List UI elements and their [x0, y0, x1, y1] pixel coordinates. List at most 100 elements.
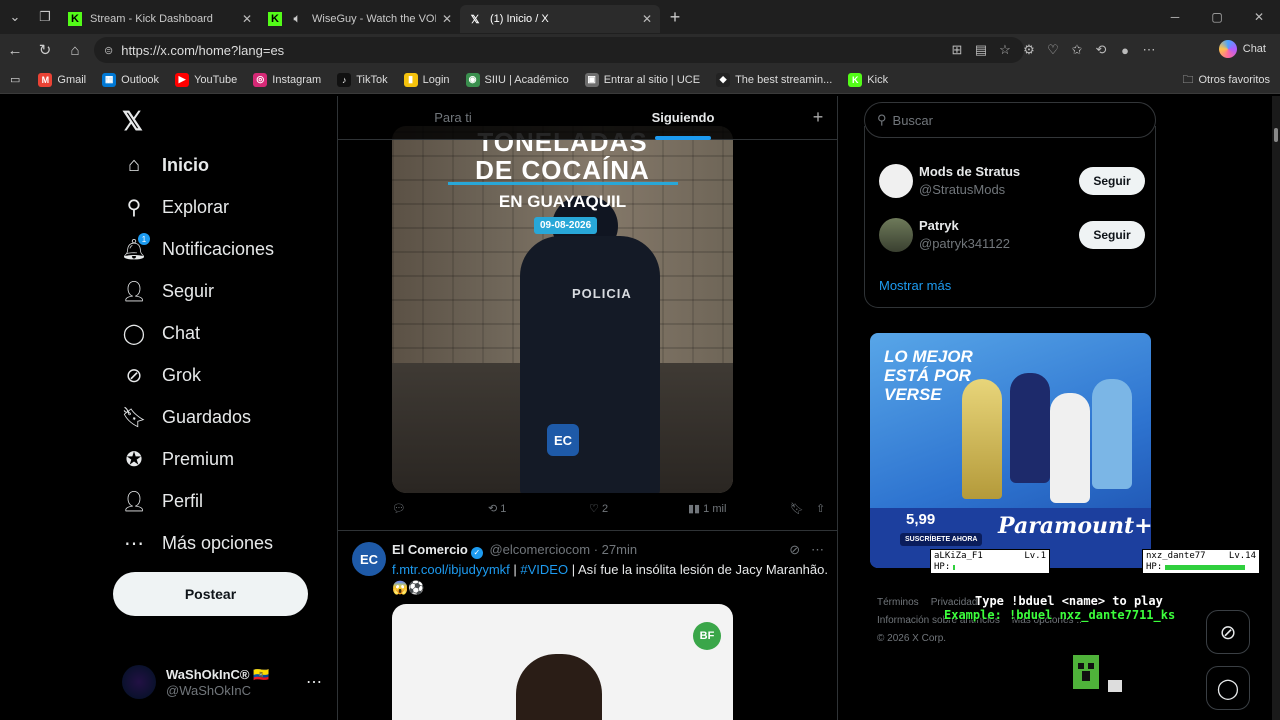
nav-label: Explorar	[162, 196, 230, 217]
bookmark-item[interactable]: ▮ Login	[403, 72, 450, 87]
bookmark-item[interactable]: ▣ Entrar al sitio | UCE	[584, 72, 700, 87]
copilot-chat-button[interactable]: Chat	[1218, 40, 1266, 58]
site-info-icon[interactable]: ⊜	[104, 44, 113, 57]
back-icon[interactable]: ←	[0, 42, 30, 59]
ad-brand: Paramount+	[998, 513, 1151, 539]
grok-fab[interactable]: ⊘	[1206, 610, 1250, 654]
reading-list-icon[interactable]: ▭	[10, 73, 20, 86]
other-bookmarks-label: Otros favoritos	[1198, 74, 1270, 86]
reader-icon[interactable]: ▤	[969, 42, 993, 58]
tweet-link[interactable]: f.mtr.cool/ibjudyymkf	[392, 562, 510, 577]
author-name[interactable]: El Comercio	[392, 542, 468, 557]
close-icon[interactable]: ✕	[642, 12, 652, 26]
add-tab-icon[interactable]: +	[798, 107, 837, 128]
home-button-icon[interactable]: ⌂	[60, 42, 90, 59]
tweet-media-image[interactable]: BF	[392, 604, 733, 720]
more-icon[interactable]: ⋯	[306, 672, 322, 692]
reply-icon[interactable]: 💬︎	[392, 502, 406, 515]
extensions-icon[interactable]: ⚙	[1017, 42, 1041, 58]
nav-item-seguir[interactable]: 👤︎ Seguir	[121, 276, 214, 306]
bookmark-icon[interactable]: 🔖︎	[790, 502, 804, 515]
grok-icon[interactable]: ⊘	[789, 542, 800, 557]
avatar[interactable]: EC	[352, 542, 386, 576]
apps-icon[interactable]: ⊞	[945, 42, 969, 58]
bookmark-item[interactable]: K Kick	[848, 72, 888, 87]
address-toolbar: ← ↻ ⌂ ⊜ https://x.com/home?lang=es ⊞ ▤ ☆…	[0, 34, 1280, 66]
retweet-icon: ⟲	[488, 503, 498, 515]
follow-suggestion[interactable]: Mods de Stratus @StratusMods Seguir	[879, 162, 1145, 202]
like-count: 2	[601, 503, 609, 515]
bookmark-item[interactable]: M Gmail	[38, 72, 86, 87]
tab-following[interactable]: Siguiendo	[568, 96, 798, 140]
bookmark-item[interactable]: ◉ SIIU | Académico	[465, 72, 569, 87]
post-button[interactable]: Postear	[113, 572, 308, 616]
follow-suggestion[interactable]: Patryk @patryk341122 Seguir	[879, 216, 1145, 256]
search-input[interactable]: ⚲ Buscar	[864, 102, 1156, 138]
views-button[interactable]: ▮▮ 1 mil	[688, 502, 726, 515]
nav-item-premium[interactable]: ✪ Premium	[122, 444, 234, 474]
workspaces-icon[interactable]: ❐	[30, 0, 60, 34]
scrollbar-thumb[interactable]	[1274, 128, 1278, 142]
history-icon[interactable]: ⟲	[1089, 42, 1113, 58]
maximize-icon[interactable]: ▢	[1196, 10, 1238, 24]
show-more-link[interactable]: Mostrar más	[879, 278, 951, 293]
follow-icon: 👤︎	[121, 280, 147, 303]
hashtag-link[interactable]: #VIDEO	[520, 562, 568, 577]
nav-item-chat[interactable]: ◯ Chat	[122, 318, 200, 348]
speaker-icon[interactable]: 🔈︎	[290, 12, 304, 26]
privacy-link[interactable]: Privacidad	[931, 597, 978, 608]
tab-menu-icon[interactable]: ⌄	[0, 0, 30, 34]
tweet-time[interactable]: · 27min	[594, 542, 637, 557]
bookmark-item[interactable]: ▶ YouTube	[175, 72, 237, 87]
bookmarks-bar: ▭ M Gmail ▦ Outlook ▶ YouTube ◎ Instagram ♪ TikTo…	[0, 66, 1280, 94]
bookmark-item[interactable]: ◆ The best streamin...	[716, 72, 832, 87]
close-icon[interactable]: ✕	[242, 12, 252, 26]
nav-item-guardados[interactable]: 🔖︎ Guardados	[121, 402, 251, 432]
promoted-ad[interactable]: LO MEJOR ESTÁ POR VERSE 5,99 SUSCRÍBETE …	[870, 333, 1151, 568]
minimize-icon[interactable]: ─	[1154, 10, 1196, 24]
tab-wiseguy[interactable]: K 🔈︎ WiseGuy - Watch the VOD on ✕	[260, 5, 460, 33]
retweet-button[interactable]: ⟲ 1	[488, 502, 506, 515]
new-tab-button[interactable]: +	[660, 7, 690, 28]
follow-button[interactable]: Seguir	[1079, 221, 1145, 249]
nav-label: Grok	[162, 364, 202, 385]
close-icon[interactable]: ✕	[442, 12, 452, 26]
copilot-icon	[1218, 40, 1237, 58]
tweet-text: f.mtr.cool/ibjudyymkf | #VIDEO | Así fue…	[392, 562, 828, 595]
reload-icon[interactable]: ↻	[30, 41, 60, 59]
bookmark-item[interactable]: ▦ Outlook	[102, 72, 159, 87]
follow-button[interactable]: Seguir	[1079, 167, 1145, 195]
ad-headline-1: LO MEJOR	[884, 347, 973, 366]
bookmark-item[interactable]: ◎ Instagram	[253, 72, 321, 87]
other-bookmarks[interactable]: 🗀︎ Otros favoritos	[1182, 66, 1270, 94]
browser-essentials-icon[interactable]: ♡	[1041, 42, 1065, 58]
tab-for-you[interactable]: Para ti	[338, 96, 568, 140]
favorite-star-icon[interactable]: ☆	[993, 42, 1017, 58]
tab-kick-dashboard[interactable]: K Stream - Kick Dashboard ✕	[60, 5, 260, 33]
messages-fab[interactable]: ◯	[1206, 666, 1250, 710]
more-icon[interactable]: ⋯	[811, 542, 824, 557]
terms-link[interactable]: Términos	[877, 597, 919, 608]
nav-item-más-opciones[interactable]: ⋯ Más opciones	[122, 528, 273, 558]
nav-item-explorar[interactable]: ⚲ Explorar	[122, 192, 229, 222]
close-window-icon[interactable]: ✕	[1238, 10, 1280, 24]
author-handle[interactable]: @elcomerciocom	[489, 542, 590, 557]
bookmark-item[interactable]: ♪ TikTok	[337, 72, 388, 87]
account-switcher[interactable]: WaShOkInC® 🇪🇨 @WaShOkInC ⋯	[122, 660, 322, 704]
x-logo-icon[interactable]: 𝕏	[122, 106, 143, 137]
tweet-media-image[interactable]: TONELADAS DE COCAÍNA EN GUAYAQUIL 09-08-…	[392, 126, 733, 493]
nav-item-inicio[interactable]: ⌂ Inicio	[122, 150, 209, 180]
left-sidebar: 𝕏 ⌂ Inicio ⚲ Explorar 🔔︎ 1 Notificaciones 👤︎ Seg…	[4, 96, 337, 720]
tweet-body: | Así fue la insólita lesión de Jacy Mar…	[571, 562, 828, 577]
favorites-icon[interactable]: ✩	[1065, 42, 1089, 58]
page-scrollbar[interactable]	[1272, 96, 1280, 720]
profile-avatar-icon[interactable]: ●	[1113, 43, 1137, 58]
like-button[interactable]: ♡ 2	[589, 502, 608, 515]
settings-more-icon[interactable]: ⋯	[1137, 42, 1161, 58]
tab-x-home[interactable]: 𝕏 (1) Inicio / X ✕	[460, 5, 660, 33]
nav-item-perfil[interactable]: 👤︎ Perfil	[121, 486, 203, 516]
nav-item-grok[interactable]: ⊘ Grok	[122, 360, 201, 390]
share-icon[interactable]: ⇧	[816, 502, 825, 515]
nav-item-notificaciones[interactable]: 🔔︎ 1 Notificaciones	[121, 233, 274, 264]
url-field[interactable]: ⊜ https://x.com/home?lang=es	[94, 37, 1024, 63]
